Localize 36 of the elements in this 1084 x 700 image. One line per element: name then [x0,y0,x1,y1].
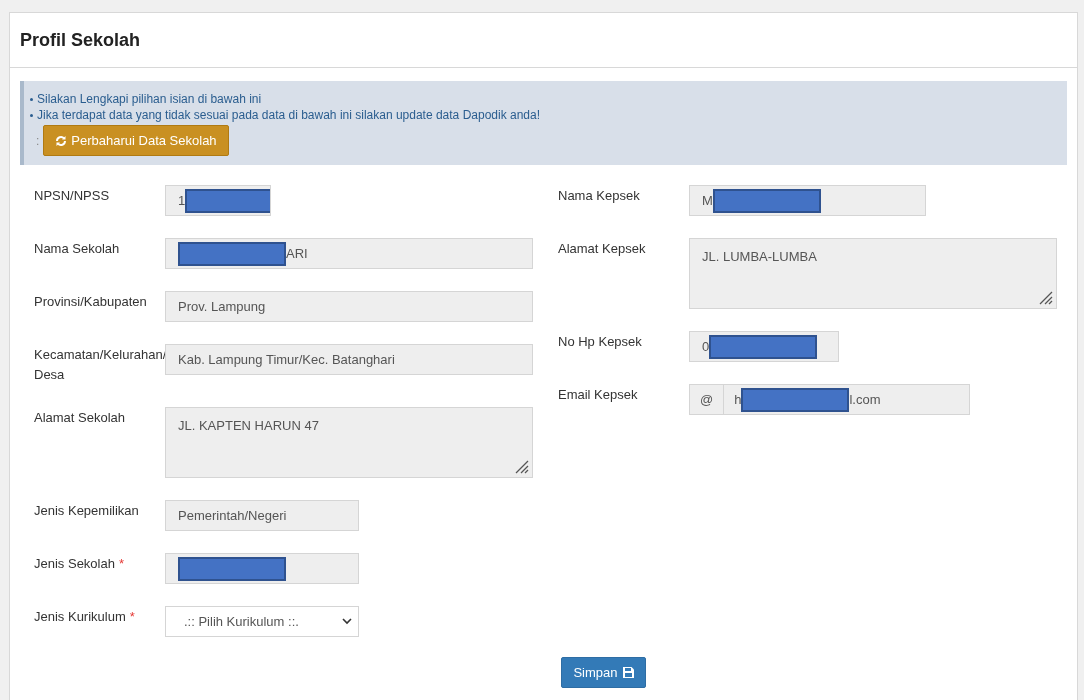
field-label: Email Kepsek [558,387,638,402]
input-field[interactable]: ARI [165,238,533,269]
at-addon: @ [690,385,725,414]
required-asterisk: * [118,556,124,571]
field-label: Alamat Sekolah [34,410,126,425]
input-field[interactable]: Kab. Lampung Timur/Kec. Batanghari [165,344,533,375]
input-field[interactable]: Prov. Lampung [165,291,533,322]
input-field[interactable] [165,553,359,584]
curriculum-dropdown[interactable]: .:: Pilih Kurikulum ::. [165,606,359,637]
notice-text: Silakan Lengkapi pilihan isian di bawah ini [30,91,1067,107]
field-label: Jenis Sekolah [34,556,115,571]
refresh-icon [55,134,68,147]
field-label: NPSN/NPSS [34,188,110,203]
email-field[interactable]: @ h l.com [689,384,970,415]
page-title: Profil Sekolah [20,28,141,52]
field-label: No Hp Kepsek [558,334,642,349]
resize-handle-icon[interactable] [513,458,529,474]
field-label: Kecamatan/Kelurahan/ Desa [34,347,167,382]
notice-text: Jika terdapat data yang tidak sesuai pada data di bawah ini silakan update data Dapodik anda! [30,107,1067,123]
colon-mark: : [36,132,40,150]
required-asterisk: * [129,609,135,624]
textarea-field[interactable]: JL. LUMBA-LUMBA [689,238,1057,309]
chevron-down-icon [342,618,352,625]
resize-handle-icon[interactable] [1037,289,1053,305]
input-field[interactable]: Pemerintah/Negeri [165,500,359,531]
field-label: Nama Kepsek [558,188,640,203]
save-button[interactable]: Simpan [561,657,646,688]
field-label: Jenis Kepemilikan [34,503,139,518]
field-label: Nama Sekolah [34,241,120,256]
field-label: Alamat Kepsek [558,241,646,256]
input-field[interactable]: M [689,185,926,216]
input-field[interactable]: 1 [165,185,271,216]
input-field[interactable]: 0 [689,331,839,362]
textarea-field[interactable]: JL. KAPTEN HARUN 47 [165,407,533,478]
field-label: Provinsi/Kabupaten [34,294,147,309]
field-label: Jenis Kurikulum [34,609,126,624]
